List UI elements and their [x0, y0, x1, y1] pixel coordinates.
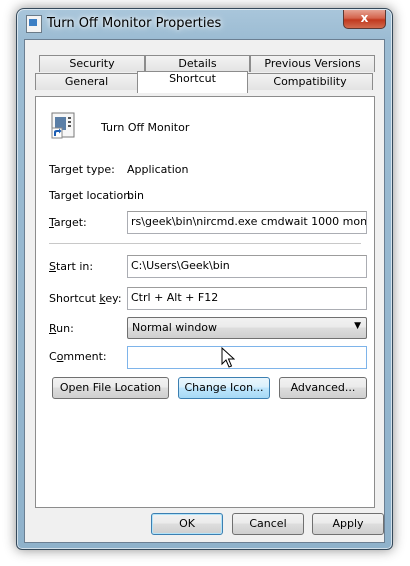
- open-file-location-button[interactable]: Open File Location: [52, 377, 169, 399]
- tab-previous-versions[interactable]: Previous Versions: [250, 55, 375, 72]
- target-label: Target:: [49, 216, 87, 229]
- dialog-client-area: Security Details Previous Versions Gener…: [24, 39, 385, 543]
- tab-details[interactable]: Details: [145, 55, 250, 72]
- close-button[interactable]: x: [343, 10, 386, 29]
- tab-general[interactable]: General: [35, 73, 138, 90]
- run-label: Run:: [49, 322, 74, 335]
- window-title: Turn Off Monitor Properties: [47, 16, 222, 31]
- comment-field[interactable]: [127, 346, 367, 369]
- tab-security[interactable]: Security: [39, 55, 145, 72]
- target-location-value: bin: [127, 189, 145, 202]
- title-bar[interactable]: Turn Off Monitor Properties x: [17, 9, 392, 39]
- target-location-label: Target location:: [49, 189, 134, 202]
- apply-button[interactable]: Apply: [312, 513, 384, 535]
- run-dropdown[interactable]: Normal window ▼: [127, 317, 367, 339]
- dropdown-arrow-icon: ▼: [354, 321, 361, 331]
- application-icon: [51, 112, 75, 139]
- comment-label: Comment:: [49, 350, 107, 363]
- shortcut-icon: [26, 15, 42, 33]
- run-selected-value: Normal window: [132, 321, 218, 334]
- tab-shortcut[interactable]: Shortcut: [137, 71, 248, 93]
- tab-compatibility[interactable]: Compatibility: [247, 73, 373, 90]
- shortcut-key-field[interactable]: Ctrl + Alt + F12: [127, 287, 367, 310]
- cancel-button[interactable]: Cancel: [232, 513, 304, 535]
- properties-window: Turn Off Monitor Properties x Security D…: [16, 8, 393, 550]
- divider: [49, 243, 361, 244]
- target-type-value: Application: [127, 163, 189, 176]
- advanced-button[interactable]: Advanced...: [279, 377, 367, 399]
- mouse-pointer-icon: [221, 347, 235, 368]
- shortcut-tab-panel: Turn Off Monitor Target type: Applicatio…: [35, 96, 375, 508]
- target-label-rest: arget:: [53, 216, 87, 229]
- change-icon-button[interactable]: Change Icon...: [178, 377, 270, 399]
- start-in-label: Start in:: [49, 260, 94, 273]
- target-field[interactable]: rs\geek\bin\nircmd.exe cmdwait 1000 moni…: [127, 211, 367, 234]
- shortcut-name: Turn Off Monitor: [101, 121, 190, 134]
- ok-button[interactable]: OK: [151, 513, 223, 535]
- target-type-label: Target type:: [49, 163, 115, 176]
- start-in-field[interactable]: C:\Users\Geek\bin: [127, 255, 367, 278]
- shortcut-key-label: Shortcut key:: [49, 292, 122, 305]
